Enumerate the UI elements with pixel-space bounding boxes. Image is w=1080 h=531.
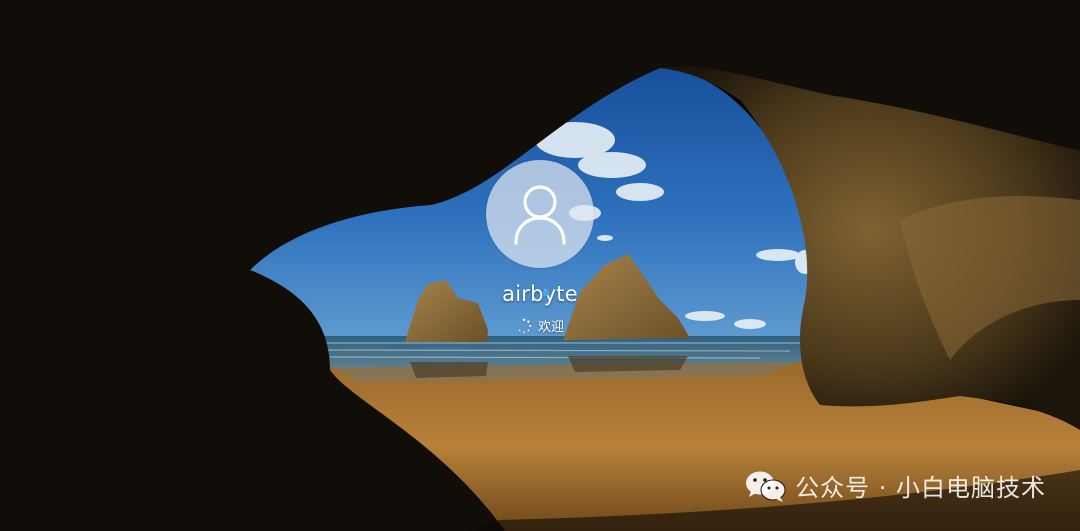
username-label: airbyte: [502, 282, 578, 306]
user-icon: [514, 185, 566, 245]
spinner-icon: [518, 318, 532, 333]
user-avatar[interactable]: [486, 160, 594, 268]
status-text: 欢迎: [537, 320, 564, 335]
lock-screen: airbyte 欢迎 公众号 · 小白电脑技术: [0, 0, 1080, 531]
watermark-text: 公众号 · 小白电脑技术: [795, 474, 1046, 502]
wechat-icon: [746, 471, 786, 502]
watermark: 公众号 · 小白电脑技术: [745, 468, 1046, 503]
login-panel: airbyte 欢迎: [0, 160, 1080, 335]
login-status: 欢迎: [516, 316, 564, 335]
